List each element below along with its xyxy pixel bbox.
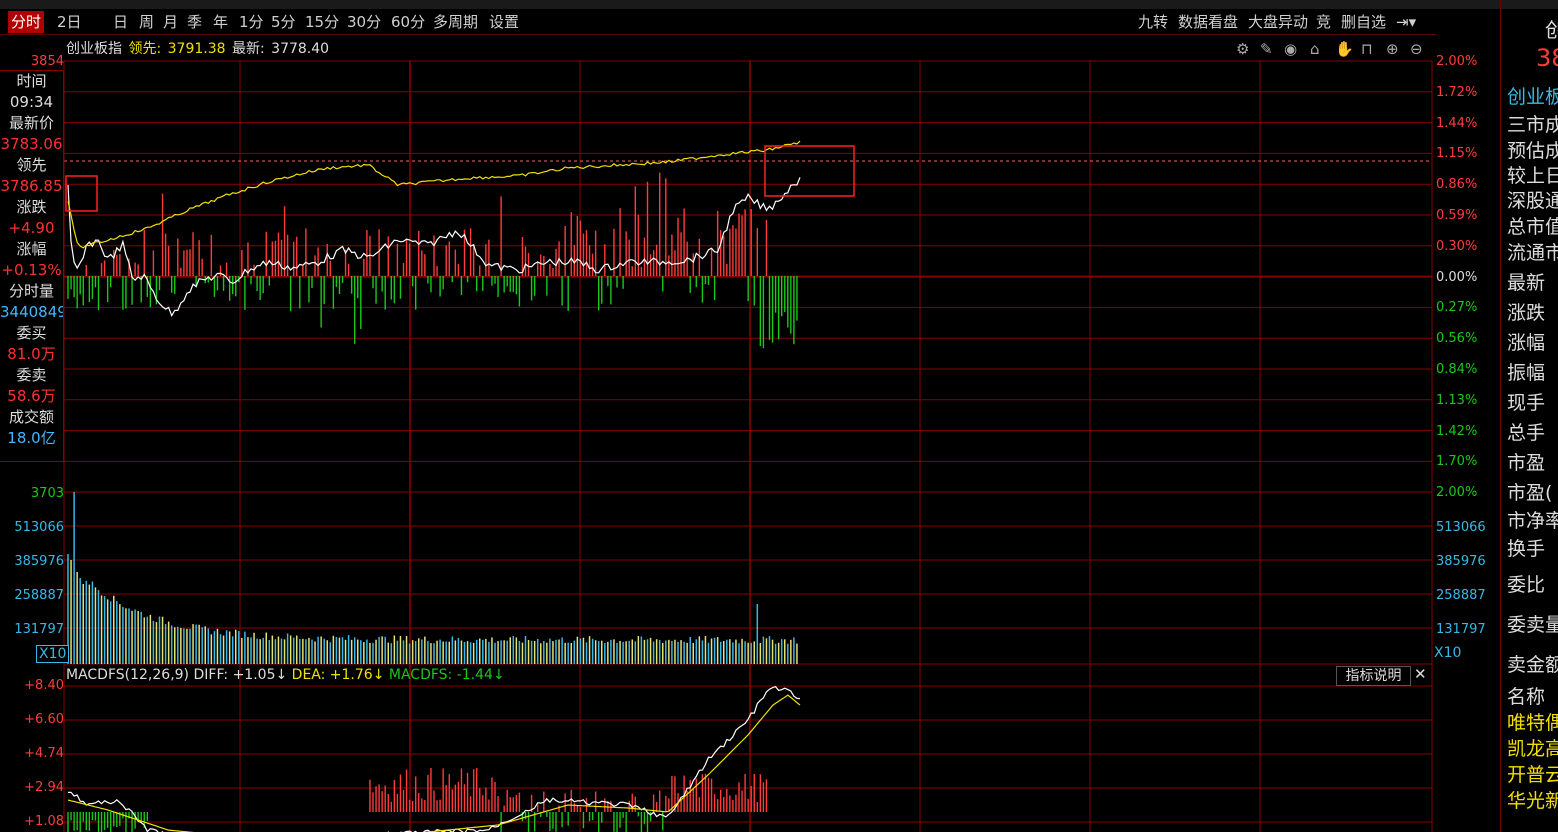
pct-tick-8: 0.27% xyxy=(1436,300,1478,316)
avg-price-line xyxy=(67,140,801,249)
side-row-23: 华光新 xyxy=(1507,790,1558,812)
side-row-0: 三市成 xyxy=(1507,114,1558,136)
vol-tick-left-3: 258887 xyxy=(14,588,64,603)
pct-tick-3: 1.15% xyxy=(1436,146,1478,162)
info-value-1: 3783.06 xyxy=(0,135,63,153)
side-price: 38 xyxy=(1536,44,1558,72)
side-row-16: 委比 xyxy=(1507,574,1546,596)
info-label-7: 委卖 xyxy=(16,366,47,384)
side-row-13: 市盈( xyxy=(1507,482,1553,504)
vol-tick-right-1: 385976 xyxy=(1436,554,1486,569)
pct-tick-2: 1.44% xyxy=(1436,115,1478,131)
quote-side-panel: 创 38 创业板 三市成预估成较上日深股通总市值流通市最新涨跌涨幅振幅现手总手市… xyxy=(1500,0,1558,832)
side-row-4: 总市值 xyxy=(1507,216,1558,238)
info-value-4: +0.13% xyxy=(1,261,62,279)
side-row-14: 市净率 xyxy=(1507,510,1558,532)
info-label-5: 分时量 xyxy=(8,282,54,300)
pct-tick-14: 2.00% xyxy=(1436,485,1478,501)
info-label-1: 最新价 xyxy=(8,114,54,132)
info-value-6: 81.0万 xyxy=(7,345,56,363)
vol-tick-left-0: 3703 xyxy=(30,486,64,501)
pct-tick-6: 0.30% xyxy=(1436,238,1478,254)
info-label-8: 成交额 xyxy=(8,408,54,426)
info-label-0: 时间 xyxy=(16,72,47,90)
macd-tick-3: +2.94 xyxy=(24,780,64,795)
pct-tick-12: 1.42% xyxy=(1436,423,1478,439)
side-row-19: 名称 xyxy=(1507,686,1546,708)
volume-multiplier-right: X10 xyxy=(1434,645,1462,661)
side-row-10: 现手 xyxy=(1507,392,1546,414)
side-row-6: 最新 xyxy=(1507,272,1546,294)
side-row-15: 换手 xyxy=(1507,538,1546,560)
volume-multiplier-left: X10 xyxy=(36,645,70,663)
pct-tick-7: 0.00% xyxy=(1436,269,1478,285)
info-value-2: 3786.85 xyxy=(0,177,63,195)
crosshair-info-panel: 时间 09:34 最新价 3783.06 领先 3786.85 涨跌 +4.90 涨幅 +0.13… xyxy=(0,70,64,462)
side-row-20: 唯特偶 xyxy=(1507,712,1558,734)
indicator-help-button[interactable]: 指标说明 xyxy=(1336,666,1411,686)
vol-tick-right-0: 513066 xyxy=(1436,520,1486,535)
side-row-17: 委卖量 xyxy=(1507,614,1558,636)
side-top-glyph: 创 xyxy=(1545,14,1558,43)
highlight-box-start xyxy=(65,175,98,212)
side-row-9: 振幅 xyxy=(1507,362,1546,384)
side-row-12: 市盈 xyxy=(1507,452,1546,474)
side-row-5: 流通市 xyxy=(1507,242,1558,264)
pct-tick-9: 0.56% xyxy=(1436,331,1478,347)
vol-tick-right-2: 258887 xyxy=(1436,588,1486,603)
macd-tick-2: +4.74 xyxy=(24,746,64,761)
side-row-11: 总手 xyxy=(1507,422,1546,444)
macd-header: MACDFS(12,26,9) DIFF: +1.05↓ DEA: +1.76↓… xyxy=(66,667,505,683)
macd-dea: DEA: +1.76↓ xyxy=(291,667,385,683)
macd-tick-4: +1.08 xyxy=(24,814,64,829)
vol-tick-right-3: 131797 xyxy=(1436,622,1486,637)
pct-tick-0: 2.00% xyxy=(1436,54,1478,69)
close-icon[interactable]: ✕ xyxy=(1414,665,1427,683)
side-row-3: 深股通 xyxy=(1507,190,1558,212)
info-value-5: 3440849 xyxy=(0,303,63,321)
side-row-21: 凯龙高 xyxy=(1507,738,1558,760)
side-row-1: 预估成 xyxy=(1507,140,1558,162)
pct-tick-10: 0.84% xyxy=(1436,362,1478,377)
pct-tick-4: 0.86% xyxy=(1436,177,1478,193)
macd-tick-1: +6.60 xyxy=(24,712,64,727)
info-value-7: 58.6万 xyxy=(7,387,56,405)
pct-tick-5: 0.59% xyxy=(1436,208,1478,223)
macd-diff: DIFF: +1.05↓ xyxy=(193,667,288,683)
info-label-4: 涨幅 xyxy=(16,240,47,258)
side-row-22: 开普云 xyxy=(1507,764,1558,786)
vol-tick-left-1: 513066 xyxy=(14,520,64,535)
pct-tick-13: 1.70% xyxy=(1436,454,1478,470)
vol-tick-left-4: 131797 xyxy=(14,622,64,637)
side-row-2: 较上日 xyxy=(1507,165,1558,187)
macd-tick-0: +8.40 xyxy=(24,678,64,693)
macd-title: MACDFS(12,26,9) xyxy=(66,667,190,683)
pct-tick-1: 1.72% xyxy=(1436,84,1478,100)
macd-macdfs: MACDFS: -1.44↓ xyxy=(388,667,505,683)
info-label-2: 领先 xyxy=(16,156,47,174)
side-row-7: 涨跌 xyxy=(1507,302,1546,324)
info-label-3: 涨跌 xyxy=(16,198,47,216)
pct-tick-11: 1.13% xyxy=(1436,392,1478,408)
left-top-price: 3854 xyxy=(30,54,64,69)
chart-canvas[interactable] xyxy=(0,0,1436,832)
info-value-8: 18.0亿 xyxy=(7,429,56,447)
vol-tick-left-2: 385976 xyxy=(14,554,64,569)
side-row-18: 卖金额 xyxy=(1507,654,1558,676)
info-value-3: +4.90 xyxy=(8,219,55,237)
volume-pane-frame xyxy=(63,491,1433,665)
side-row-8: 涨幅 xyxy=(1507,332,1546,354)
side-title: 创业板 xyxy=(1507,86,1558,108)
info-label-6: 委买 xyxy=(16,324,47,342)
info-value-0: 09:34 xyxy=(9,93,54,111)
